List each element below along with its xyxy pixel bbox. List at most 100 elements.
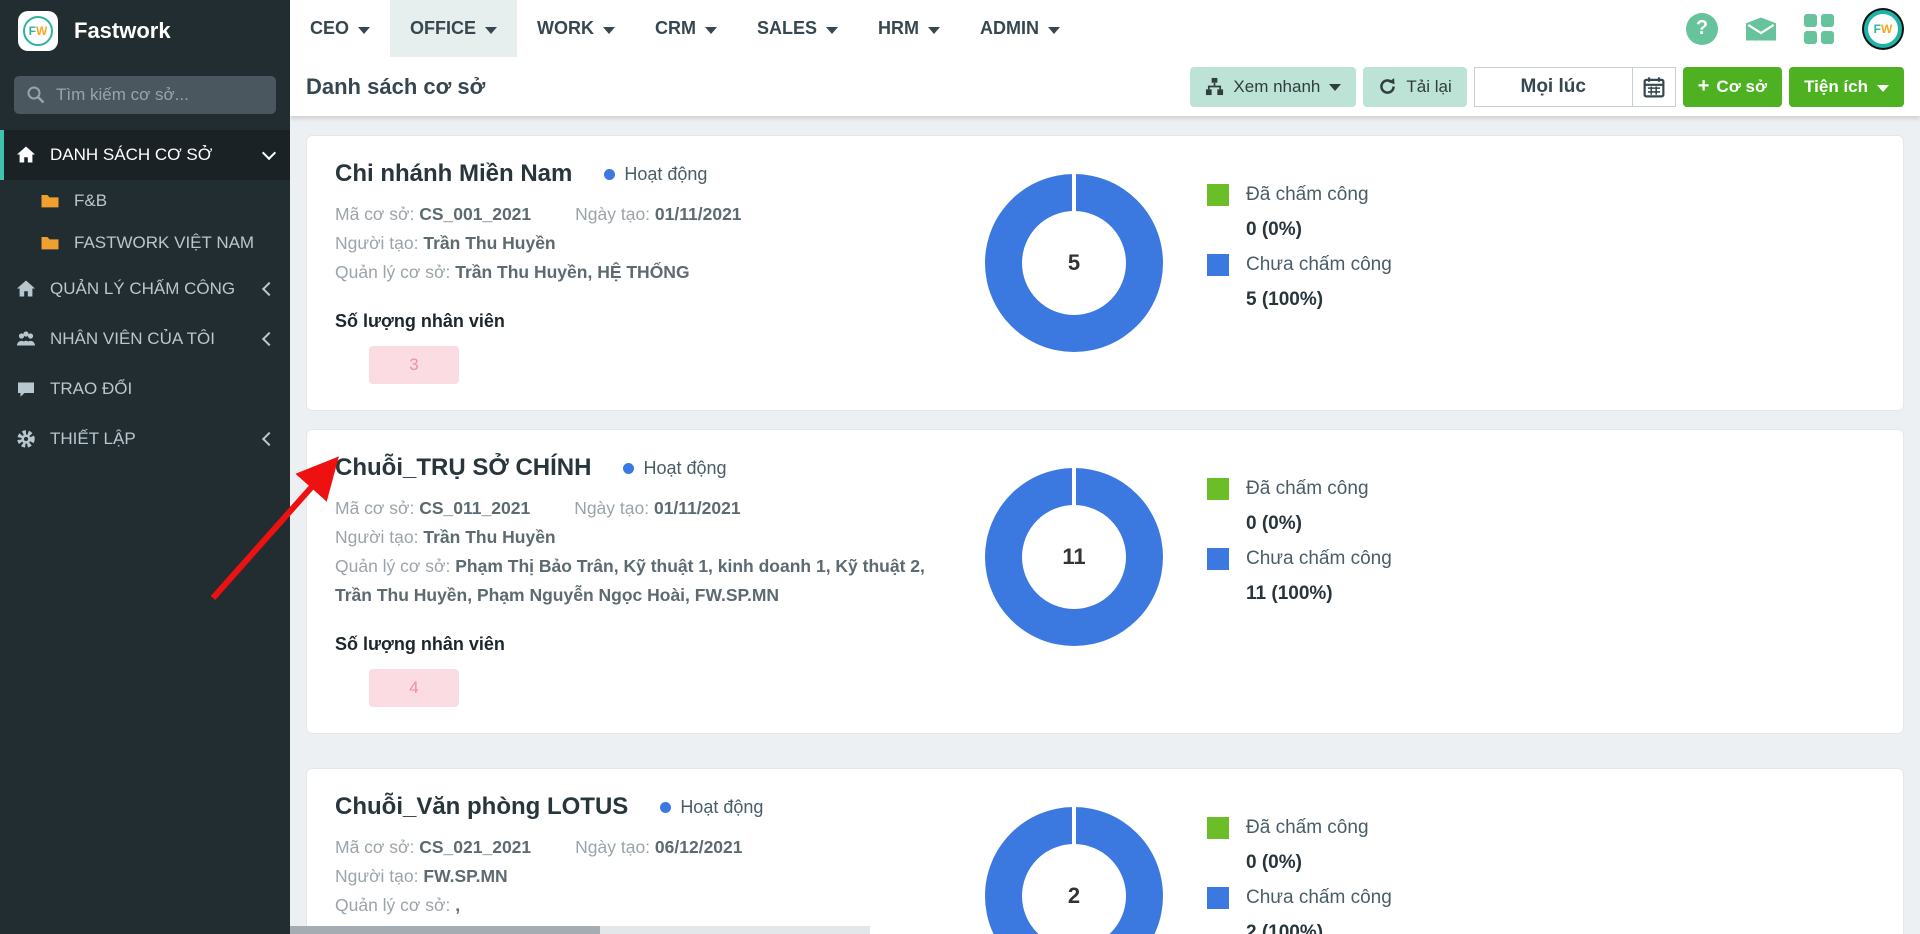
sidebar-item-trao-doi[interactable]: TRAO ĐỔI (0, 364, 290, 414)
facility-list: Chi nhánh Miền Nam Hoạt động Mã cơ sở: C… (290, 116, 1920, 934)
quick-view-button[interactable]: Xem nhanh (1190, 67, 1356, 107)
caret-down-icon (1329, 84, 1341, 91)
legend-green-swatch (1207, 184, 1229, 206)
tab-office[interactable]: OFFICE (390, 0, 517, 57)
donut-chart: 2 (985, 807, 1163, 934)
add-facility-button[interactable]: + Cơ sở (1683, 67, 1782, 107)
caret-down-icon (358, 27, 370, 34)
attendance-chart: 5 Đã chấm công 0 (0%) Chưa chấm công 5 (… (955, 160, 1392, 384)
toolbar: Danh sách cơ sở Xem nhanh Tải lại Mọi lú… (290, 57, 1920, 116)
plus-icon: + (1698, 75, 1710, 98)
fastwork-logo-icon: FW (18, 11, 58, 51)
employee-count-label: Số lượng nhân viên (335, 311, 955, 332)
legend-blue-swatch (1207, 254, 1229, 276)
topbar-icons: ? FW (1686, 0, 1920, 57)
toolbar-actions: Xem nhanh Tải lại Mọi lúc + Cơ sở Tiện í… (1190, 67, 1904, 107)
utilities-button[interactable]: Tiện ích (1789, 67, 1904, 107)
status-dot-icon (604, 169, 615, 180)
attendance-chart: 11 Đã chấm công 0 (0%) Chưa chấm công 11… (955, 454, 1392, 707)
caret-down-icon (705, 27, 717, 34)
attendance-chart: 2 Đã chấm công 0 (0%) Chưa chấm công 2 (… (955, 793, 1392, 934)
sidebar-item-thiet-lap[interactable]: THIẾT LẬP (0, 414, 290, 464)
donut-total: 11 (985, 468, 1163, 646)
top-navigation: CEO OFFICE WORK CRM SALES HRM ADMIN ? FW (290, 0, 1920, 57)
donut-total: 2 (985, 807, 1163, 934)
scrollbar-thumb[interactable] (290, 926, 600, 934)
home-icon (16, 145, 36, 165)
facility-meta: Mã cơ sở: CS_011_2021Ngày tạo: 01/11/202… (335, 494, 955, 610)
chevron-left-icon (262, 332, 276, 346)
legend-green-swatch (1207, 478, 1229, 500)
refresh-icon (1378, 77, 1397, 96)
folder-icon (40, 191, 60, 211)
reload-button[interactable]: Tải lại (1363, 67, 1466, 107)
page-title: Danh sách cơ sở (306, 74, 485, 100)
sidebar-item-danh-sach-co-so[interactable]: DANH SÁCH CƠ SỞ (0, 130, 290, 180)
status-dot-icon (660, 802, 671, 813)
sidebar-item-quan-ly-cham-cong[interactable]: QUẢN LÝ CHẤM CÔNG (0, 264, 290, 314)
gear-icon (16, 429, 36, 449)
employee-count-label: Số lượng nhân viên (335, 634, 955, 655)
status-dot-icon (623, 463, 634, 474)
employee-count-badge[interactable]: 4 (369, 669, 459, 707)
sidebar-item-nhan-vien-cua-toi[interactable]: NHÂN VIÊN CỦA TÔI (0, 314, 290, 364)
chevron-left-icon (262, 282, 276, 296)
caret-down-icon (928, 27, 940, 34)
chart-legend: Đã chấm công 0 (0%) Chưa chấm công 11 (1… (1207, 468, 1392, 605)
facility-meta: Mã cơ sở: CS_021_2021Ngày tạo: 06/12/202… (335, 833, 955, 920)
users-icon (16, 329, 36, 349)
horizontal-scrollbar[interactable] (290, 926, 870, 934)
folder-icon (40, 233, 60, 253)
donut-total: 5 (985, 174, 1163, 352)
tab-crm[interactable]: CRM (635, 0, 737, 57)
mail-icon[interactable] (1746, 14, 1776, 44)
facility-card: Chuỗi_TRỤ SỞ CHÍNH Hoạt động Mã cơ sở: C… (306, 429, 1904, 734)
date-filter[interactable]: Mọi lúc (1474, 67, 1632, 107)
tab-work[interactable]: WORK (517, 0, 635, 57)
facility-meta: Mã cơ sở: CS_001_2021Ngày tạo: 01/11/202… (335, 200, 955, 287)
search-icon (26, 85, 46, 105)
status-badge: Hoạt động (623, 458, 726, 479)
tab-hrm[interactable]: HRM (858, 0, 960, 57)
status-badge: Hoạt động (660, 797, 763, 818)
chart-legend: Đã chấm công 0 (0%) Chưa chấm công 2 (10… (1207, 807, 1392, 934)
brand-name: Fastwork (74, 18, 171, 44)
apps-grid-icon[interactable] (1804, 14, 1834, 44)
app-window: FW Fastwork DANH SÁCH CƠ SỞ F&B FASTWORK… (0, 0, 1920, 934)
calendar-button[interactable] (1632, 67, 1676, 107)
facility-card: Chuỗi_Văn phòng LOTUS Hoạt động Mã cơ sở… (306, 768, 1904, 934)
caret-down-icon (603, 27, 615, 34)
donut-chart: 11 (985, 468, 1163, 646)
calendar-icon (1643, 76, 1665, 98)
home-icon (16, 279, 36, 299)
sitemap-icon (1205, 77, 1224, 96)
brand[interactable]: FW Fastwork (0, 0, 290, 62)
caret-down-icon (1877, 85, 1889, 92)
legend-blue-swatch (1207, 887, 1229, 909)
facility-title[interactable]: Chi nhánh Miền Nam (335, 160, 572, 188)
search-input[interactable] (56, 85, 256, 105)
tab-ceo[interactable]: CEO (290, 0, 390, 57)
facility-title[interactable]: Chuỗi_Văn phòng LOTUS (335, 793, 628, 821)
legend-green-swatch (1207, 817, 1229, 839)
chat-icon (16, 379, 36, 399)
sidebar-item-fastwork-viet-nam[interactable]: FASTWORK VIỆT NAM (0, 222, 290, 264)
status-badge: Hoạt động (604, 164, 707, 185)
donut-chart: 5 (985, 174, 1163, 352)
chevron-left-icon (262, 432, 276, 446)
legend-blue-swatch (1207, 548, 1229, 570)
sidebar: FW Fastwork DANH SÁCH CƠ SỞ F&B FASTWORK… (0, 0, 290, 934)
tab-admin[interactable]: ADMIN (960, 0, 1080, 57)
sidebar-item-fnb[interactable]: F&B (0, 180, 290, 222)
caret-down-icon (1048, 27, 1060, 34)
caret-down-icon (826, 27, 838, 34)
chart-legend: Đã chấm công 0 (0%) Chưa chấm công 5 (10… (1207, 174, 1392, 311)
chevron-down-icon (262, 146, 276, 160)
facility-title[interactable]: Chuỗi_TRỤ SỞ CHÍNH (335, 454, 591, 482)
facility-card: Chi nhánh Miền Nam Hoạt động Mã cơ sở: C… (306, 135, 1904, 411)
tab-sales[interactable]: SALES (737, 0, 858, 57)
user-avatar[interactable]: FW (1862, 8, 1904, 50)
help-icon[interactable]: ? (1686, 13, 1718, 45)
employee-count-badge[interactable]: 3 (369, 346, 459, 384)
sidebar-search[interactable] (14, 76, 276, 114)
